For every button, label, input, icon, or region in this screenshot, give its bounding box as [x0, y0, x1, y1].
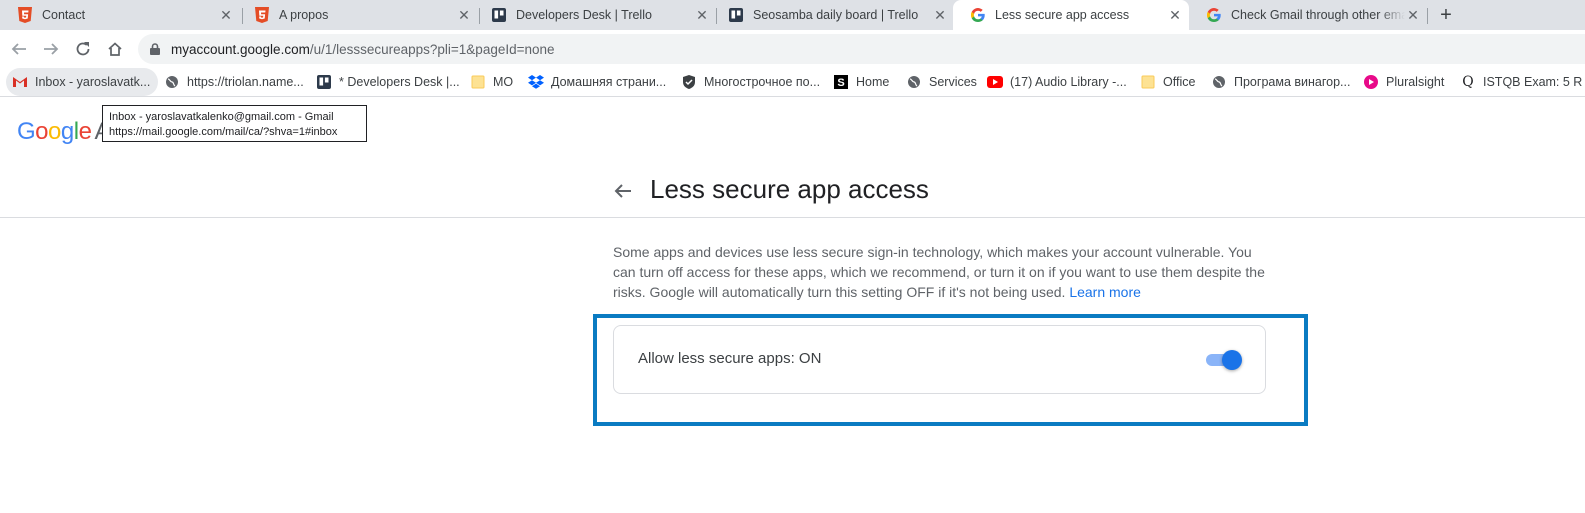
- bookmark-label: Pluralsight: [1386, 75, 1445, 89]
- arrow-left-icon: [11, 43, 26, 55]
- trello-icon: [728, 7, 744, 23]
- tooltip-line-2: https://mail.google.com/mail/ca/?shva=1#…: [109, 126, 338, 138]
- folder-icon: [1140, 74, 1156, 90]
- close-icon[interactable]: ✕: [1405, 7, 1421, 23]
- globe-icon: [164, 74, 180, 90]
- bookmark-dropbox[interactable]: Домашняя страни...: [528, 68, 666, 96]
- bookmark-mo[interactable]: MO: [470, 68, 513, 96]
- close-icon[interactable]: ✕: [218, 7, 234, 23]
- home-icon: [108, 42, 122, 56]
- html5-icon: [17, 7, 33, 23]
- header-divider: [0, 217, 1585, 218]
- tab-title: Contact: [42, 8, 86, 22]
- bookmark-gmail-inbox[interactable]: Inbox - yaroslavatk...: [6, 68, 159, 96]
- q-logo-icon: Q: [1462, 74, 1474, 90]
- bookmark-triolan[interactable]: https://triolan.name...: [164, 68, 304, 96]
- tab-title: Seosamba daily board | Trello: [753, 8, 919, 22]
- tab-contact[interactable]: Contact ✕: [0, 0, 240, 30]
- back-arrow-button[interactable]: [612, 180, 634, 202]
- bookmark-audio-library[interactable]: (17) Audio Library -...: [987, 68, 1127, 96]
- toggle-thumb: [1222, 350, 1242, 370]
- globe-icon: [1211, 74, 1227, 90]
- tab-strip: Contact ✕ A propos ✕ Developers Desk | T…: [0, 0, 1585, 30]
- setting-label: Allow less secure apps: ON: [638, 350, 822, 367]
- bookmark-label: (17) Audio Library -...: [1010, 75, 1127, 89]
- bookmark-pluralsight[interactable]: Pluralsight: [1363, 68, 1444, 96]
- bookmark-label: Office: [1163, 75, 1196, 89]
- svg-text:S: S: [837, 77, 844, 89]
- bookmark-tooltip: Inbox - yaroslavatkalenko@gmail.com - Gm…: [102, 105, 367, 142]
- bookmark-label: Services: [929, 75, 977, 89]
- tab-title: Check Gmail through other emai: [1231, 8, 1405, 22]
- dropbox-icon: [528, 74, 544, 90]
- url-host: myaccount.google.com: [171, 41, 310, 57]
- bookmark-label: * Developers Desk |...: [339, 75, 460, 89]
- pluralsight-icon: [1363, 74, 1379, 90]
- shield-icon: [681, 74, 697, 90]
- html5-icon: [254, 7, 270, 23]
- url-text: myaccount.google.com/u/1/lesssecureapps?…: [171, 42, 555, 57]
- url-path: /u/1/lesssecureapps?pli=1&pageId=none: [309, 41, 555, 57]
- bookmark-label: https://triolan.name...: [187, 75, 304, 89]
- bookmark-multiline[interactable]: Многострочное по...: [681, 68, 820, 96]
- bookmark-label: Home: [856, 75, 890, 89]
- s-logo-icon: S: [833, 74, 849, 90]
- gmail-icon: [12, 74, 28, 90]
- page-description: Some apps and devices use less secure si…: [613, 242, 1273, 302]
- forward-button[interactable]: [41, 39, 61, 59]
- page-title: Less secure app access: [650, 174, 929, 204]
- bookmark-services[interactable]: Services: [906, 68, 977, 96]
- google-icon: [1206, 7, 1222, 23]
- tab-title: Developers Desk | Trello: [516, 8, 652, 22]
- bookmark-office[interactable]: Office: [1140, 68, 1195, 96]
- bookmarks-bar: Inbox - yaroslavatk... https://triolan.n…: [0, 68, 1585, 97]
- tab-seosamba[interactable]: Seosamba daily board | Trello ✕: [711, 0, 954, 30]
- tab-a-propos[interactable]: A propos ✕: [237, 0, 478, 30]
- close-icon[interactable]: ✕: [456, 7, 472, 23]
- back-button[interactable]: [9, 39, 29, 59]
- trello-icon: [316, 74, 332, 90]
- folder-icon: [470, 74, 486, 90]
- bookmark-label: ISTQB Exam: 5 R: [1483, 75, 1583, 89]
- google-account-logo[interactable]: GoogleA: [17, 118, 110, 146]
- setting-card: Allow less secure apps: ON: [613, 325, 1266, 394]
- learn-more-link[interactable]: Learn more: [1069, 284, 1141, 300]
- bookmark-label: Многострочное по...: [704, 75, 821, 89]
- logo-text: Google: [17, 118, 92, 145]
- bookmark-label: Програма винагор...: [1234, 75, 1351, 89]
- bookmark-label: Домашняя страни...: [551, 75, 667, 89]
- bookmark-developers-desk[interactable]: * Developers Desk |...: [316, 68, 460, 96]
- less-secure-apps-toggle[interactable]: [1206, 349, 1242, 371]
- bookmark-home[interactable]: S Home: [833, 68, 889, 96]
- globe-icon: [906, 74, 922, 90]
- tooltip-line-1: Inbox - yaroslavatkalenko@gmail.com - Gm…: [109, 111, 334, 123]
- bookmark-label: Inbox - yaroslavatk...: [35, 75, 151, 89]
- tab-title: Less secure app access: [995, 8, 1130, 22]
- tab-less-secure-app-access[interactable]: Less secure app access ✕: [953, 0, 1189, 30]
- lock-icon: [148, 42, 162, 56]
- bookmark-label: MO: [493, 75, 514, 89]
- tab-separator: [1427, 8, 1428, 24]
- description-text: Some apps and devices use less secure si…: [613, 244, 1265, 300]
- close-icon[interactable]: ✕: [932, 7, 948, 23]
- bookmark-program[interactable]: Програма винагор...: [1211, 68, 1350, 96]
- tab-check-gmail[interactable]: Check Gmail through other emai ✕: [1189, 0, 1427, 30]
- new-tab-button[interactable]: +: [1436, 5, 1456, 25]
- address-bar[interactable]: myaccount.google.com/u/1/lesssecureapps?…: [138, 34, 1585, 64]
- tab-developers-desk[interactable]: Developers Desk | Trello ✕: [474, 0, 716, 30]
- close-icon[interactable]: ✕: [694, 7, 710, 23]
- browser-toolbar: myaccount.google.com/u/1/lesssecureapps?…: [0, 30, 1585, 68]
- bookmark-istqb[interactable]: Q ISTQB Exam: 5 R: [1460, 68, 1582, 96]
- reload-button[interactable]: [73, 39, 93, 59]
- youtube-icon: [987, 74, 1003, 90]
- reload-icon: [76, 42, 90, 56]
- home-button[interactable]: [105, 39, 125, 59]
- tab-title: A propos: [279, 8, 329, 22]
- arrow-right-icon: [44, 43, 59, 55]
- trello-icon: [491, 7, 507, 23]
- close-icon[interactable]: ✕: [1167, 7, 1183, 23]
- google-icon: [970, 7, 986, 23]
- arrow-left-icon: [614, 184, 631, 198]
